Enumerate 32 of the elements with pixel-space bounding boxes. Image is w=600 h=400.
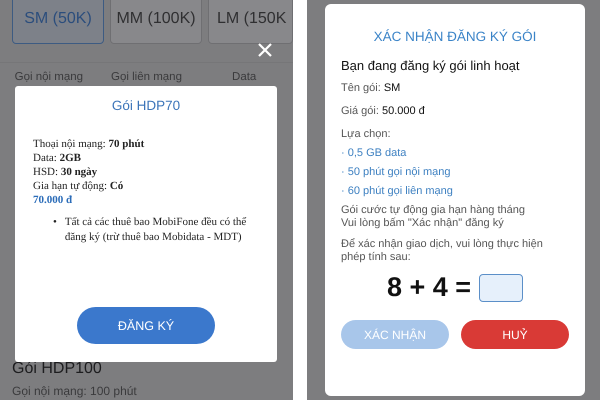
package-field: Giá gói: 50.000 đ (341, 105, 569, 117)
note-text: Gói cước tự động gia hạn hàng tháng (341, 204, 526, 217)
dialog-title: XÁC NHẬN ĐĂNG KÝ GÓI (372, 29, 538, 44)
register-button[interactable]: ĐĂNG KÝ (77, 307, 215, 344)
captcha-expression: 8 + 4 = (386, 272, 472, 303)
package-detail: Data: 2GB (33, 151, 82, 165)
options-label: Lựa chọn: (341, 128, 392, 140)
column-header: Data (231, 70, 258, 85)
package-tab[interactable]: MM (100K) (110, 0, 202, 44)
package-tab[interactable]: LM (150K (208, 0, 293, 44)
option-item: · 60 phút gọi liên mạng (341, 185, 454, 197)
package-name: Gói HDP100 (11, 360, 103, 379)
note-text: Tất cả các thuê bao MobiFone đều có thể đăng ký (trừ thuê bao Mobidata - MDT) (64, 215, 248, 245)
package-tab[interactable]: SM (50K) (12, 0, 104, 44)
dialog-title: Gói HDP70 (110, 98, 182, 113)
option-item: · 0,5 GB data (341, 147, 408, 159)
package-detail: Thoại nội mạng: 70 phút (33, 137, 146, 151)
column-header: Gọi liên mạng (110, 70, 183, 85)
package-field: Tên gói: SM (341, 82, 569, 94)
package-detail: Gia hạn tự động: Có (33, 179, 124, 193)
package-price: 70.000 đ (33, 193, 74, 207)
package-detail: Gọi nội mạng: 100 phút (11, 384, 138, 400)
bullet: • (53, 215, 57, 230)
package-detail: HSD: 30 ngày (33, 165, 98, 179)
answer-field[interactable] (479, 274, 524, 302)
note-text: Vui lòng bấm "Xác nhận" đăng ký (341, 217, 505, 230)
instruction-text: Để xác nhận giao dịch, vui lòng thực hiện phép tính sau: (341, 238, 544, 264)
option-item: · 50 phút gọi nội mạng (341, 166, 452, 178)
column-header: Gọi nội mạng (14, 70, 84, 85)
dialog-heading: Bạn đang đăng ký gói linh hoạt (341, 58, 521, 73)
close-icon[interactable] (258, 43, 272, 57)
cancel-button[interactable]: HUỶ (461, 320, 569, 349)
